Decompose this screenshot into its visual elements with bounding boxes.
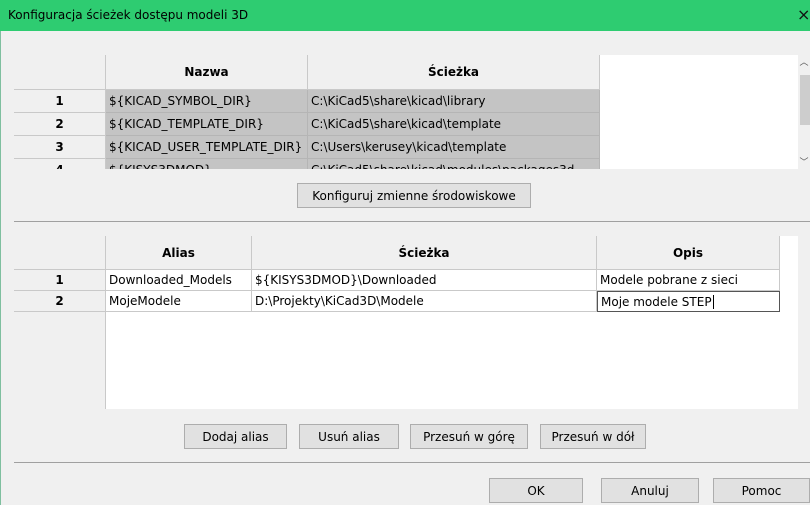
row-header[interactable]: 1 bbox=[14, 90, 106, 113]
env-vars-grid: Nazwa Ścieżka 1 ${KICAD_SYMBOL_DIR} C:\K… bbox=[14, 55, 798, 169]
move-down-button[interactable]: Przesuń w dół bbox=[540, 424, 646, 449]
scroll-thumb[interactable] bbox=[800, 75, 810, 125]
scroll-down-icon[interactable]: ﹀ bbox=[798, 155, 810, 168]
column-header-alias[interactable]: Alias bbox=[106, 236, 252, 270]
row-header[interactable]: 2 bbox=[14, 113, 106, 136]
env-name-cell[interactable]: ${KICAD_SYMBOL_DIR} bbox=[106, 90, 308, 113]
alias-name-cell[interactable]: MojeModele bbox=[106, 291, 252, 312]
row-header[interactable]: 3 bbox=[14, 136, 106, 159]
env-name-cell[interactable]: ${KICAD_USER_TEMPLATE_DIR} bbox=[106, 136, 308, 159]
help-button[interactable]: Pomoc bbox=[713, 478, 810, 503]
editor-text: Moje modele STEP bbox=[601, 294, 712, 309]
alias-description-editor[interactable]: Moje modele STEP bbox=[597, 291, 780, 312]
env-path-cell[interactable]: C:\KiCad5\share\kicad\modules\packages3d bbox=[308, 159, 600, 169]
text-caret bbox=[712, 294, 714, 309]
close-icon[interactable]: × bbox=[797, 5, 810, 24]
add-alias-button[interactable]: Dodaj alias bbox=[184, 424, 287, 449]
alias-description-cell[interactable]: Modele pobrane z sieci bbox=[597, 270, 780, 291]
row-header[interactable]: 2 bbox=[14, 291, 106, 312]
env-path-cell[interactable]: C:\KiCad5\share\kicad\template bbox=[308, 113, 600, 136]
remove-alias-button[interactable]: Usuń alias bbox=[299, 424, 399, 449]
separator bbox=[14, 221, 810, 222]
column-header-description[interactable]: Opis bbox=[597, 236, 780, 270]
env-name-cell[interactable]: ${KISYS3DMOD} bbox=[106, 159, 308, 169]
ok-button[interactable]: OK bbox=[489, 478, 583, 503]
row-header[interactable]: 1 bbox=[14, 270, 106, 291]
grid-corner bbox=[14, 236, 106, 270]
alias-grid: Alias Ścieżka Opis 1 Downloaded_Models $… bbox=[14, 236, 798, 409]
row-header[interactable]: 4 bbox=[14, 159, 106, 169]
cancel-button[interactable]: Anuluj bbox=[601, 478, 699, 503]
row-header-area bbox=[14, 312, 106, 409]
alias-path-cell[interactable]: ${KISYS3DMOD}\Downloaded bbox=[252, 270, 597, 291]
column-header-path[interactable]: Ścieżka bbox=[308, 55, 600, 90]
alias-path-cell[interactable]: D:\Projekty\KiCad3D\Modele bbox=[252, 291, 597, 312]
env-name-cell[interactable]: ${KICAD_TEMPLATE_DIR} bbox=[106, 113, 308, 136]
move-up-button[interactable]: Przesuń w górę bbox=[410, 424, 528, 449]
title-bar: Konfiguracja ścieżek dostępu modeli 3D × bbox=[0, 0, 810, 31]
env-grid-scrollbar[interactable]: ︿ ﹀ bbox=[798, 55, 810, 169]
scroll-up-icon[interactable]: ︿ bbox=[798, 55, 810, 68]
configure-env-vars-button[interactable]: Konfiguruj zmienne środowiskowe bbox=[297, 183, 531, 208]
window-title: Konfiguracja ścieżek dostępu modeli 3D bbox=[8, 8, 249, 22]
alias-name-cell[interactable]: Downloaded_Models bbox=[106, 270, 252, 291]
separator bbox=[14, 462, 810, 463]
grid-corner bbox=[14, 55, 106, 90]
column-header-name[interactable]: Nazwa bbox=[106, 55, 308, 90]
column-header-path[interactable]: Ścieżka bbox=[252, 236, 597, 270]
env-path-cell[interactable]: C:\KiCad5\share\kicad\library bbox=[308, 90, 600, 113]
env-path-cell[interactable]: C:\Users\kerusey\kicad\template bbox=[308, 136, 600, 159]
